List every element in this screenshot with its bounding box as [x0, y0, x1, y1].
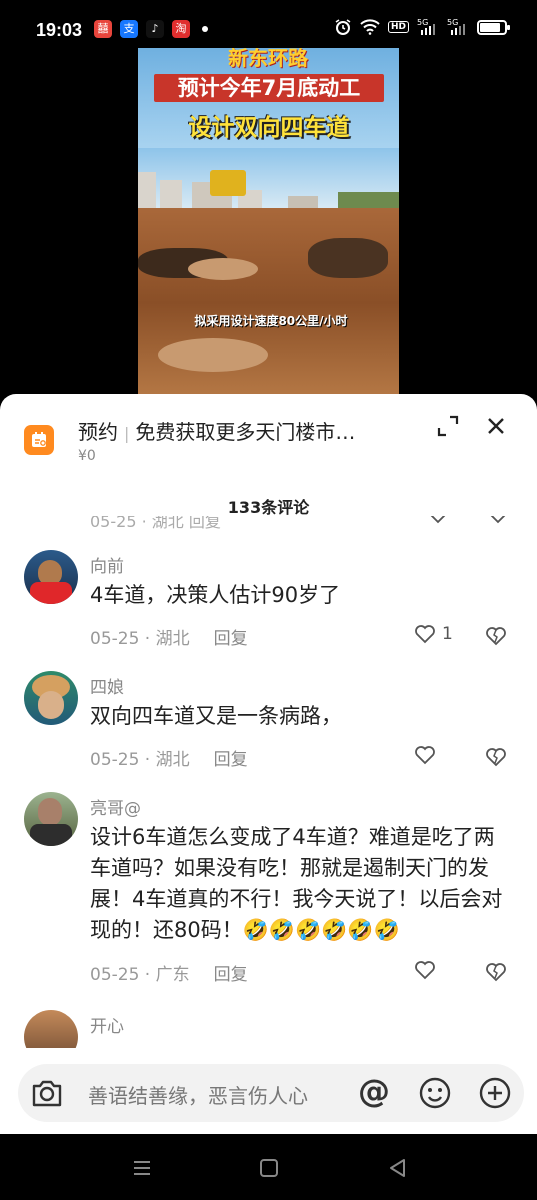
video-sky [138, 148, 399, 208]
comment-date-location: 05-25 · 湖北 [90, 629, 190, 649]
bulldozer [210, 170, 246, 196]
calendar-icon [24, 425, 54, 455]
camera-icon[interactable] [30, 1077, 64, 1109]
heart-icon [415, 625, 435, 644]
comment-list[interactable]: 05-25 · 湖北 回复 向前 4车道，决策人估计90岁了 05-25 · 湖… [0, 516, 537, 1048]
status-indicators: HD 5G 5G [334, 18, 510, 36]
plus-icon[interactable] [478, 1076, 512, 1110]
svg-text:5G: 5G [447, 18, 458, 27]
comment-date-location: 05-25 · 广东 [90, 965, 190, 985]
soil-shadow [308, 238, 388, 278]
video-frame[interactable]: 新东环路 预计今年7月底动工 设计双向四车道 拟采用设计速度80公里/小时 [138, 48, 399, 398]
comment-sheet: 预约 | 免费获取更多天门楼市… ¥0 133条评论 05-25 · 湖北 回复 向… [0, 394, 537, 1134]
building [138, 172, 156, 208]
comment-username[interactable]: 开心 [90, 1012, 124, 1037]
status-time: 19:03 [36, 20, 83, 40]
heart-icon [415, 961, 435, 980]
signal-5g-icon: 5G [447, 18, 465, 35]
alipay-icon: 支 [120, 20, 138, 38]
comment-text: 设计6车道怎么变成了4车道？难道是吃了两车道吗？如果没有吃！那就是遏制天门的发展… [90, 825, 503, 942]
wifi-icon [360, 19, 380, 35]
comment-username[interactable]: 亮哥@ [90, 794, 141, 819]
broken-heart-icon[interactable] [485, 962, 507, 982]
status-bar: 19:03 囍 支 ♪ 淘 HD 5G 5G [0, 0, 537, 48]
comment-text: 4车道，决策人估计90岁了 [90, 583, 341, 607]
ad-price: ¥0 [78, 448, 96, 464]
rock [188, 258, 258, 280]
comment-count: 133条评论 [227, 498, 310, 517]
trees [338, 192, 399, 208]
like-button[interactable] [414, 745, 442, 765]
video-top-text: 新东环路 [228, 48, 308, 70]
comment-text: 双向四车道又是一条病路， [90, 704, 342, 728]
back-icon[interactable] [386, 1156, 410, 1180]
like-button[interactable] [414, 960, 442, 980]
status-app-icons: 囍 支 ♪ 淘 [94, 20, 208, 38]
avatar[interactable] [24, 1010, 78, 1048]
video-ground: 拟采用设计速度80公里/小时 [138, 208, 399, 398]
comment-input-bar[interactable]: 善语结善缘，恶言伤人心 @ [18, 1064, 524, 1122]
mention-button[interactable]: @ [358, 1072, 390, 1110]
video-title-area: 新东环路 预计今年7月底动工 设计双向四车道 [138, 48, 399, 148]
alarm-icon [335, 19, 351, 35]
building [288, 196, 318, 208]
rock [158, 338, 268, 372]
like-icon[interactable] [428, 516, 508, 526]
building [160, 180, 182, 208]
comment-meta: 05-25 · 湖北 回复 [90, 745, 248, 770]
avatar[interactable] [24, 671, 78, 725]
like-count: 1 [442, 624, 453, 644]
menu-icon[interactable] [130, 1156, 154, 1180]
video-caption: 拟采用设计速度80公里/小时 [194, 314, 348, 328]
reply-button[interactable]: 回复 [214, 624, 248, 649]
heart-icon [415, 746, 435, 765]
comment-meta: 05-25 · 广东 回复 [90, 960, 248, 985]
tiktok-icon: ♪ [146, 20, 164, 38]
broken-heart-icon[interactable] [485, 747, 507, 767]
ad-divider: | [124, 424, 130, 443]
video-banner-yellow: 设计双向四车道 [188, 115, 350, 141]
ad-banner[interactable]: 预约 | 免费获取更多天门楼市… ¥0 [0, 394, 537, 472]
comment-date-location: 05-25 · 湖北 [90, 750, 190, 770]
comment-username[interactable]: 四娘 [90, 673, 124, 698]
system-nav-bar [0, 1134, 537, 1200]
ad-title[interactable]: 预约 | 免费获取更多天门楼市… [78, 416, 378, 445]
home-icon[interactable] [257, 1156, 281, 1180]
signal-5g-icon: 5G [417, 18, 435, 35]
video-player[interactable]: 新东环路 预计今年7月底动工 设计双向四车道 拟采用设计速度80公里/小时 [0, 48, 537, 408]
notification-dot-icon [202, 26, 208, 32]
comment-meta: 05-25 · 湖北 回复 [90, 624, 248, 649]
comment-username[interactable]: 向前 [90, 552, 124, 577]
red-app-icon: 囍 [94, 20, 112, 38]
emoji-icon[interactable] [418, 1076, 452, 1110]
expand-icon[interactable] [436, 414, 460, 438]
comment-meta: 05-25 · 湖北 回复 [90, 516, 221, 531]
avatar[interactable] [24, 550, 78, 604]
ad-tag: 预约 [78, 420, 118, 444]
hd-badge: HD [387, 21, 409, 33]
svg-text:5G: 5G [417, 18, 428, 27]
like-button[interactable]: 1 [414, 624, 453, 644]
ad-title-text: 免费获取更多天门楼市… [135, 420, 356, 444]
video-banner-red: 预计今年7月底动工 [154, 74, 384, 102]
broken-heart-icon[interactable] [485, 626, 507, 646]
close-icon[interactable] [484, 414, 508, 438]
reply-button[interactable]: 回复 [214, 960, 248, 985]
comment-input[interactable]: 善语结善缘，恶言伤人心 [88, 1080, 308, 1109]
avatar[interactable] [24, 792, 78, 846]
reply-button[interactable]: 回复 [214, 745, 248, 770]
shopping-app-icon: 淘 [172, 20, 190, 38]
battery-icon [477, 19, 510, 35]
